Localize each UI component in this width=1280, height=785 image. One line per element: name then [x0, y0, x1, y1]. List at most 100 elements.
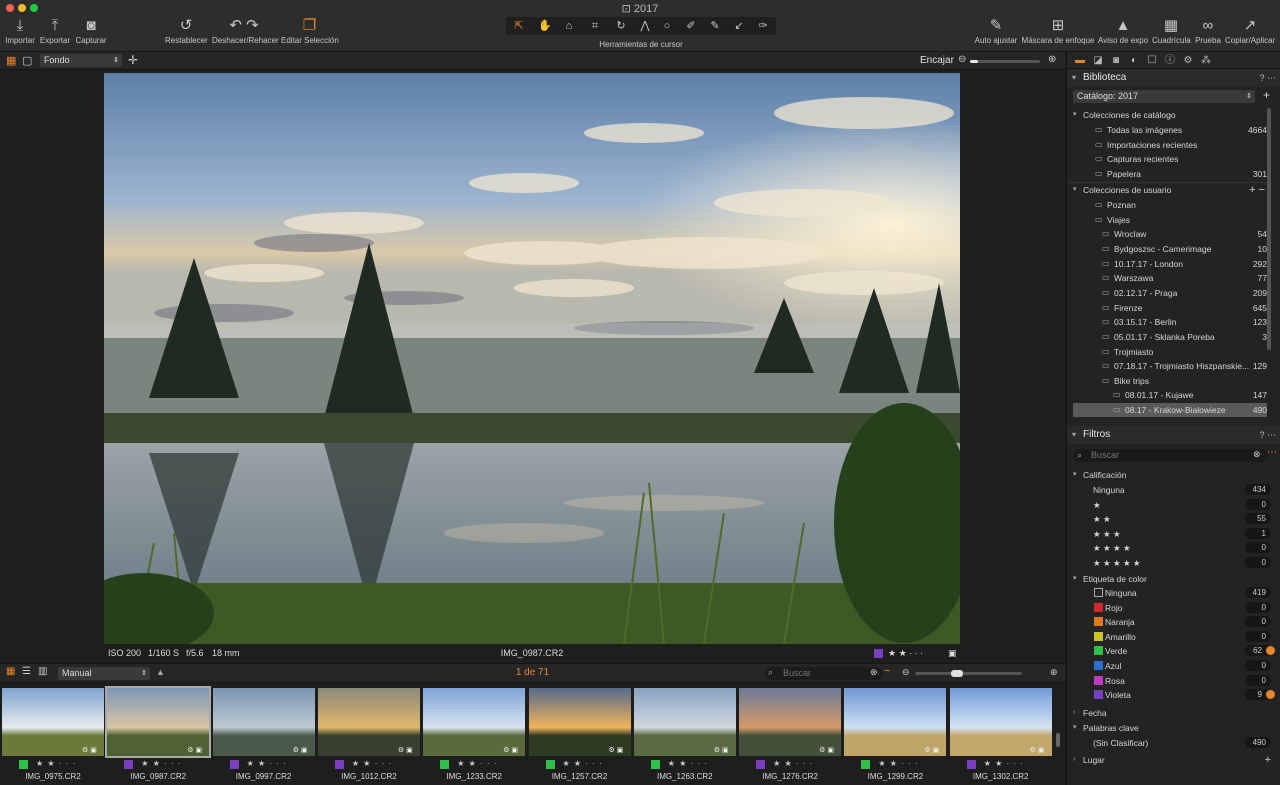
user-collection-item[interactable]: ▭ 02.12.17 - Praga 209	[1067, 286, 1267, 300]
crop-icon[interactable]: ⌗	[584, 17, 606, 35]
catalog-collection-item[interactable]: ▭ Capturas recientes	[1067, 152, 1267, 166]
exposure-tab-icon[interactable]: ☐	[1145, 54, 1159, 67]
filters-tools[interactable]: ? ⋯	[1259, 426, 1276, 444]
info-tab-icon[interactable]: ⓘ	[1163, 54, 1177, 67]
undo-redo-button[interactable]: ↶ ↷ Deshacer/Rehacer	[212, 16, 279, 45]
thumbnail[interactable]: ⚙ ▣ ★ ★ · · · IMG_1276.CR2	[739, 686, 842, 782]
proof-button[interactable]: ∞ Prueba	[1194, 16, 1222, 45]
capture-button[interactable]: ◙ Capturar	[75, 16, 107, 45]
brush-icon[interactable]: ✎	[704, 17, 726, 35]
filter-color-item[interactable]: Naranja 0	[1067, 615, 1280, 629]
filter-color-item[interactable]: Amarillo 0	[1067, 630, 1280, 644]
thumbnail[interactable]: ⚙ ▣ ★ ★ · · · IMG_0987.CR2	[105, 686, 212, 782]
color-label-header[interactable]: ▾ Etiqueta de color	[1067, 572, 1280, 586]
thumbnail[interactable]: ⚙ ▣ ★ ★ · · · IMG_0975.CR2	[2, 686, 104, 782]
filters-header[interactable]: ▾ Filtros ? ⋯	[1067, 426, 1280, 444]
filter-color-item[interactable]: Rosa 0	[1067, 674, 1280, 688]
thumbnail-rating[interactable]: ★ ★ · · ·	[668, 759, 708, 768]
color-tag[interactable]	[334, 760, 344, 769]
thumbnail-rating[interactable]: ★ ★ · · ·	[457, 759, 497, 768]
user-collection-item[interactable]: ▭ 07.18.17 - Trojmiasto Hiszpanskie... 129	[1067, 359, 1267, 373]
thumbnail[interactable]: ⚙ ▣ ★ ★ · · · IMG_1257.CR2	[528, 686, 631, 782]
browser-search-input[interactable]	[765, 667, 883, 680]
import-button[interactable]: ⤓ Importar	[4, 16, 36, 45]
auto-adjust-button[interactable]: ✎ Auto ajustar	[974, 16, 1018, 45]
user-collection-item[interactable]: ▭ Bike trips	[1067, 374, 1267, 388]
thumbnail-rating[interactable]: ★ ★ · · ·	[352, 759, 392, 768]
user-collection-item[interactable]: ▭ Bydgoszsc - Camerimage 10	[1067, 242, 1267, 256]
date-header[interactable]: › Fecha	[1067, 706, 1280, 720]
library-tools[interactable]: ? ⋯	[1259, 69, 1276, 87]
filter-rating-item[interactable]: ★ ★ ★ ★ 0	[1067, 541, 1280, 555]
place-header[interactable]: › Lugar +	[1067, 753, 1280, 767]
catalog-collection-item[interactable]: ▭ Importaciones recientes	[1067, 138, 1267, 152]
filter-rating-item[interactable]: ★ ★ ★ ★ ★ 0	[1067, 556, 1280, 570]
user-collection-item[interactable]: ▭ 03.15.17 - Berlin 123	[1067, 315, 1267, 329]
add-catalog-icon[interactable]: +	[1263, 88, 1270, 102]
pan-hand-icon[interactable]: ✋	[534, 17, 556, 35]
single-view-icon[interactable]: ▢	[22, 54, 32, 67]
keystone-icon[interactable]: ⋀	[634, 17, 656, 35]
picker-icon[interactable]: ✐	[680, 17, 702, 35]
filter-rating-item[interactable]: Ninguna 434	[1067, 483, 1280, 497]
library-tab-icon[interactable]: ▬	[1073, 54, 1087, 67]
sort-select[interactable]: Manual ⇕	[58, 667, 150, 680]
color-tag[interactable]	[966, 760, 976, 769]
catalog-collection-item[interactable]: ▭ Todas las imágenes 4664	[1067, 123, 1267, 137]
background-select[interactable]: Fondo ⇕	[40, 54, 122, 67]
thumb-small-icon[interactable]: ⊖	[902, 667, 910, 678]
fit-label[interactable]: Encajar	[920, 55, 954, 66]
crosshair-icon[interactable]: ✛	[128, 53, 138, 67]
gradient-icon[interactable]: ↙	[728, 17, 750, 35]
color-tag[interactable]	[19, 760, 28, 769]
reset-button[interactable]: ↺ Restablecer	[165, 16, 208, 45]
library-scrollbar[interactable]	[1267, 108, 1271, 350]
filter-rating-item[interactable]: ★ ★ ★ 1	[1067, 527, 1280, 541]
settings-tab-icon[interactable]: ⚙	[1181, 54, 1195, 67]
grid-button[interactable]: ▦ Cuadrícula	[1152, 16, 1191, 45]
filter-options-icon[interactable]: ⋯	[1267, 447, 1277, 458]
library-header[interactable]: ▾ Biblioteca ? ⋯	[1067, 69, 1280, 87]
user-collection-item[interactable]: ▭ Firenze 645	[1067, 301, 1267, 315]
color-tag[interactable]	[229, 760, 239, 769]
filter-color-item[interactable]: Rojo 0	[1067, 601, 1280, 615]
select-cursor-icon[interactable]: ⇱	[508, 17, 530, 35]
clear-search-icon[interactable]: ⊗	[1253, 449, 1261, 460]
user-collections-header[interactable]: ▾ Colecciones de usuario + −	[1067, 183, 1280, 197]
zoom-in-icon[interactable]: ⊕	[1048, 54, 1056, 65]
user-collection-item[interactable]: ▭ Warszawa 77	[1067, 271, 1267, 285]
add-collection-icon[interactable]: + −	[1249, 183, 1265, 197]
thumb-large-icon[interactable]: ⊕	[1050, 667, 1058, 678]
edit-selection-button[interactable]: ❐ Editar Selección	[281, 16, 339, 45]
rotate-icon[interactable]: ↻	[610, 17, 632, 35]
loupe-icon[interactable]: ⌂	[558, 17, 580, 35]
user-collection-item[interactable]: ▭ 05.01.17 - Sklanka Poreba 3	[1067, 330, 1267, 344]
multi-view-icon[interactable]: ▦	[6, 54, 16, 67]
color-tab-icon[interactable]: ◐	[1127, 54, 1141, 67]
thumbnail[interactable]: ⚙ ▣ ★ ★ · · · IMG_1302.CR2	[949, 686, 1052, 782]
rating-header[interactable]: ▾ Calificación	[1067, 468, 1280, 482]
color-tag[interactable]	[650, 760, 660, 769]
thumbnail[interactable]: ⚙ ▣ ★ ★ · · · IMG_1012.CR2	[317, 686, 420, 782]
spot-removal-icon[interactable]: ○	[656, 17, 678, 35]
filter-color-item[interactable]: Azul 0	[1067, 659, 1280, 673]
filter-color-item[interactable]: Verde 62	[1067, 644, 1280, 658]
capture-tab-icon[interactable]: ◪	[1091, 54, 1105, 67]
list-view-icon[interactable]: ☰	[22, 666, 31, 677]
filter-search-input[interactable]	[1073, 449, 1268, 462]
zoom-slider[interactable]	[970, 60, 1040, 63]
thumbnail-rating[interactable]: ★ ★ · · ·	[36, 759, 76, 768]
filter-minus-icon[interactable]: −	[884, 665, 890, 677]
catalog-select[interactable]: Catálogo: 2017 ⇕	[1073, 90, 1255, 103]
color-tag[interactable]	[861, 760, 871, 769]
filmstrip-view-icon[interactable]: ▥	[38, 666, 47, 677]
photo-color-tag[interactable]	[874, 649, 883, 658]
thumbnail[interactable]: ⚙ ▣ ★ ★ · · · IMG_1299.CR2	[844, 686, 947, 782]
catalog-collection-item[interactable]: ▭ Papelera 301	[1067, 167, 1267, 181]
grid-view-icon[interactable]: ▦	[6, 666, 15, 677]
filter-rating-item[interactable]: ★ ★ 55	[1067, 512, 1280, 526]
lens-tab-icon[interactable]: ◙	[1109, 54, 1123, 67]
focus-mask-button[interactable]: ⊞ Máscara de enfoque	[1021, 16, 1095, 45]
user-collection-item[interactable]: ▭ 08.17 - Krakow-Bialowieze 490	[1073, 403, 1267, 418]
filmstrip-scrollbar[interactable]	[1056, 733, 1060, 747]
